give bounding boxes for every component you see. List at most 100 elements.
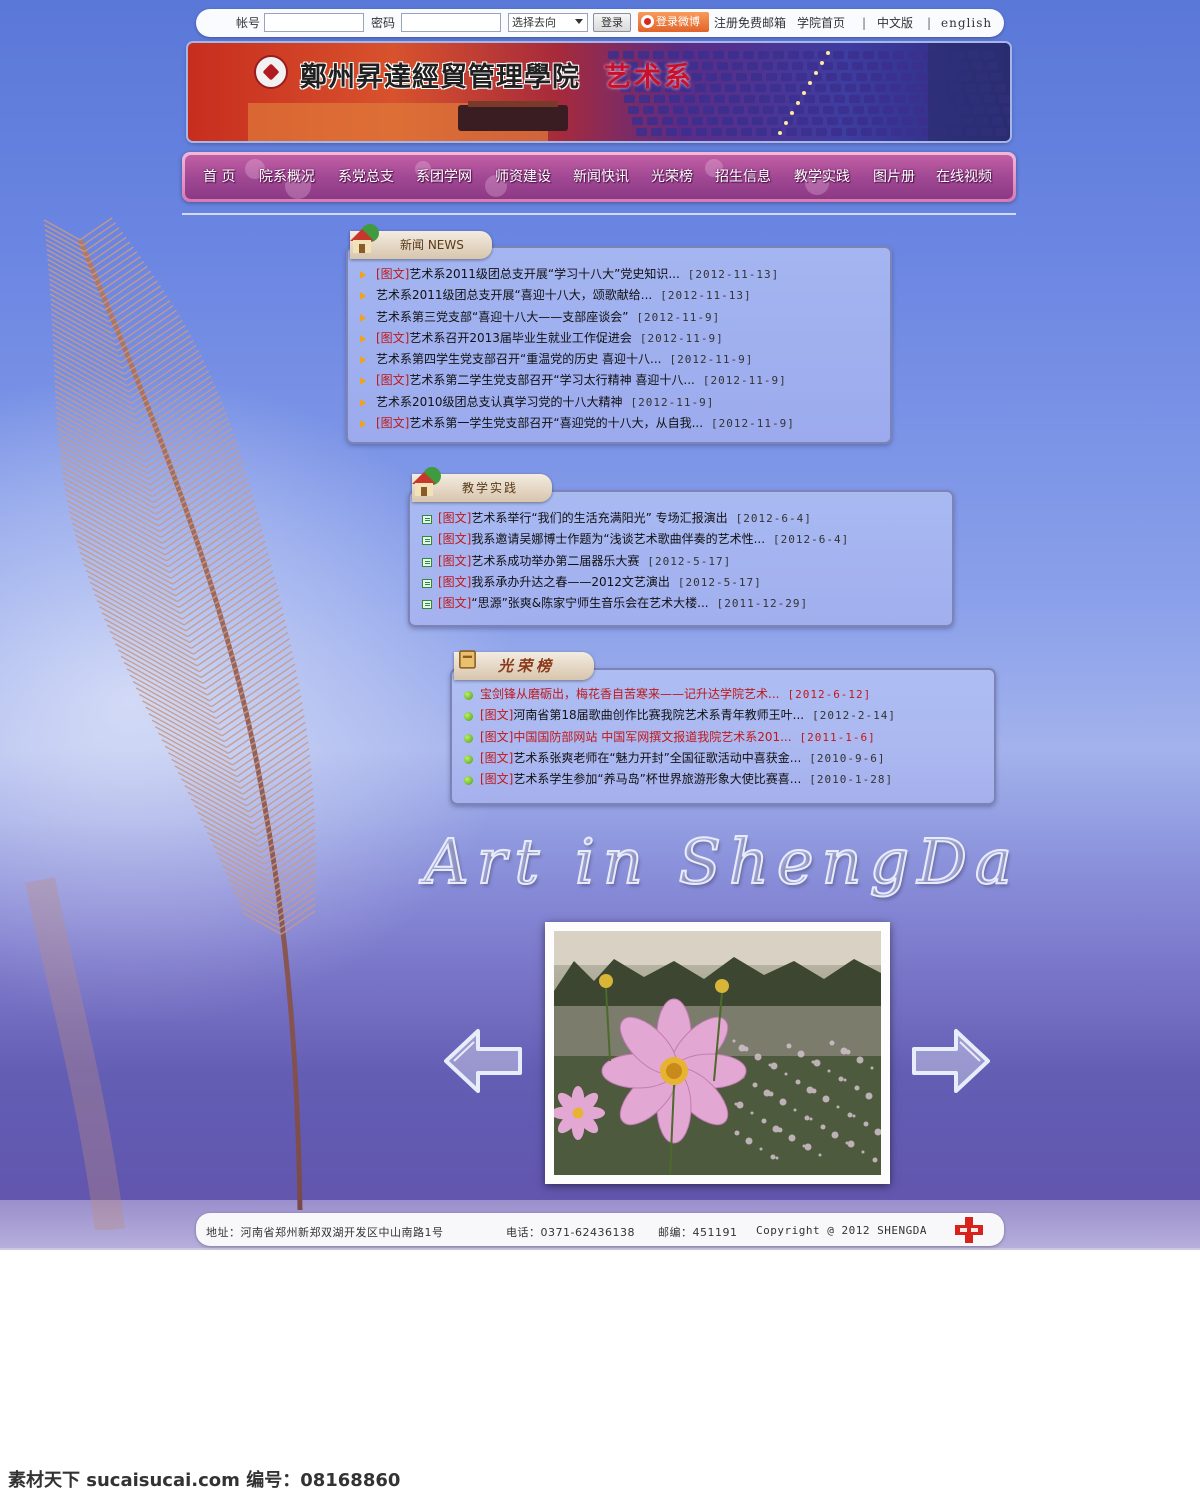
honor-item[interactable]: [图文]艺术系学生参加“养马岛”杯世界旅游形象大使比赛喜... [2010-1-2…	[462, 769, 896, 790]
tri-bullet-icon	[360, 377, 366, 386]
news-item-title[interactable]: 艺术系第二学生党支部召开“学习太行精神 喜迎十八...	[409, 373, 694, 387]
news-item-tag: [图文]	[376, 373, 410, 388]
honor-item-tag: [图文]	[480, 729, 514, 744]
main-nav: 首 页 院系概况 系党总支 系团学网 师资建设 新闻快讯 光荣榜 招生信息 教学…	[182, 152, 1016, 202]
footer-phone: 电话：0371-62436138	[506, 1226, 635, 1239]
honor-list: 宝剑锋从磨砺出，梅花香自苦寒来——记升达学院艺术... [2012-6-12] [图…	[462, 684, 896, 790]
account-input[interactable]	[264, 13, 364, 32]
nav-item-faculty[interactable]: 师资建设	[495, 166, 551, 186]
honor-item-tag: [图文]	[480, 750, 514, 765]
news-item-title[interactable]: 艺术系第一学生党支部召开“喜迎党的十八大，从自我...	[409, 416, 703, 430]
nav-item-gallery[interactable]: 图片册	[873, 166, 915, 186]
news-item-title[interactable]: 艺术系2010级团总支认真学习党的十八大精神	[376, 395, 623, 409]
nav-item-news[interactable]: 新闻快讯	[573, 166, 629, 186]
practice-item-title[interactable]: 我系承办升达之春——2012文艺演出	[471, 575, 670, 589]
nav-item-admissions[interactable]: 招生信息	[715, 166, 771, 186]
honor-item-date: [2012-2-14]	[812, 709, 896, 723]
practice-item-tag: [图文]	[438, 511, 472, 525]
department-name: 艺术系	[604, 62, 694, 93]
main-nav-inner: 首 页 院系概况 系党总支 系团学网 师资建设 新闻快讯 光荣榜 招生信息 教学…	[185, 155, 1013, 199]
news-item-date: [2012-11-9]	[702, 374, 787, 388]
nav-item-home[interactable]: 首 页	[203, 166, 235, 186]
shengda-logo-icon	[955, 1217, 983, 1243]
honor-item[interactable]: 宝剑锋从磨砺出，梅花香自苦寒来——记升达学院艺术... [2012-6-12]	[462, 684, 896, 705]
art-in-shengda-title: Art in ShengDa	[423, 824, 1020, 899]
practice-item[interactable]: [图文]“思源”张爽&陈家宁师生音乐会在艺术大楼... [2011-12-29]	[420, 593, 849, 614]
footer-copyright: Copyright @ 2012 SHENGDA	[756, 1224, 927, 1237]
link-separator: |	[927, 16, 932, 30]
tri-bullet-icon	[360, 356, 366, 365]
right-arrow-icon[interactable]	[910, 1025, 992, 1097]
nav-item-practice[interactable]: 教学实践	[794, 166, 850, 186]
nav-item-video[interactable]: 在线视频	[936, 166, 992, 186]
news-item-title[interactable]: 艺术系第四学生党支部召开“重温党的历史 喜迎十八...	[376, 352, 661, 366]
news-item[interactable]: [图文]艺术系召开2013届毕业生就业工作促进会 [2012-11-9]	[358, 328, 795, 349]
honor-item-date: [2011-1-6]	[799, 730, 876, 744]
goto-select-value: 选择去向	[512, 16, 556, 29]
practice-list: [图文]艺术系举行“我们的生活充满阳光” 专场汇报演出 [2012-6-4] [图文…	[420, 508, 849, 614]
link-separator: |	[862, 16, 867, 30]
honor-item-title[interactable]: 宝剑锋从磨砺出，梅花香自苦寒来——记升达学院艺术...	[480, 687, 779, 701]
nav-item-honor[interactable]: 光荣榜	[651, 166, 693, 186]
news-item[interactable]: 艺术系2011级团总支开展“喜迎十八大，颂歌献给... [2012-11-13]	[358, 285, 795, 306]
news-item[interactable]: [图文]艺术系2011级团总支开展“学习十八大”党史知识... [2012-11-…	[358, 264, 795, 285]
news-item[interactable]: [图文]艺术系第一学生党支部召开“喜迎党的十八大，从自我... [2012-11-…	[358, 413, 795, 434]
news-item-title[interactable]: 艺术系2011级团总支开展“学习十八大”党史知识...	[409, 267, 679, 281]
register-email-link[interactable]: 注册免费邮箱	[714, 16, 786, 30]
honor-item-title[interactable]: 河南省第18届歌曲创作比赛我院艺术系青年教师王叶...	[513, 708, 804, 722]
footer: 地址：河南省郑州新郑双湖开发区中山南路1号 电话：0371-62436138 邮…	[196, 1213, 1004, 1246]
practice-item-title[interactable]: “思源”张爽&陈家宁师生音乐会在艺术大楼...	[471, 596, 708, 610]
news-item[interactable]: 艺术系2010级团总支认真学习党的十八大精神 [2012-11-9]	[358, 392, 795, 413]
nav-divider	[182, 213, 1016, 215]
news-item-tag: [图文]	[376, 330, 410, 345]
practice-item[interactable]: [图文]我系承办升达之春——2012文艺演出 [2012-5-17]	[420, 572, 849, 593]
news-item[interactable]: 艺术系第三党支部“喜迎十八大——支部座谈会” [2012-11-9]	[358, 307, 795, 328]
practice-item-tag: [图文]	[438, 532, 472, 547]
college-home-link[interactable]: 学院首页	[797, 16, 845, 30]
weibo-login-button[interactable]: 登录微博	[638, 12, 709, 32]
practice-item-date: [2011-12-29]	[716, 597, 809, 611]
practice-item-title[interactable]: 艺术系成功举办第二届器乐大赛	[471, 554, 639, 568]
honor-item[interactable]: [图文]中国国防部网站 中国军网撰文报道我院艺术系201... [2011-1-6…	[462, 727, 896, 748]
news-item[interactable]: [图文]艺术系第二学生党支部召开“学习太行精神 喜迎十八... [2012-11-…	[358, 370, 795, 391]
honor-item-title[interactable]: 艺术系学生参加“养马岛”杯世界旅游形象大使比赛喜...	[513, 772, 801, 786]
password-input[interactable]	[401, 13, 501, 32]
honor-item[interactable]: [图文]艺术系张爽老师在“魅力开封”全国征歌活动中喜获金... [2010-9-6…	[462, 748, 896, 769]
flower-photo[interactable]	[554, 931, 881, 1175]
nav-item-league-net[interactable]: 系团学网	[416, 166, 472, 186]
honor-item-tag: [图文]	[480, 708, 514, 723]
goto-select[interactable]: 选择去向	[508, 13, 588, 32]
news-item-tag: [图文]	[376, 416, 410, 431]
practice-item[interactable]: [图文]艺术系成功举办第二届器乐大赛 [2012-5-17]	[420, 551, 849, 572]
header-banner: 鄭州昇達經貿管理學院 艺术系	[188, 43, 1010, 141]
footer-postcode: 邮编：451191	[658, 1226, 738, 1239]
news-item-date: [2012-11-9]	[669, 353, 754, 367]
practice-item[interactable]: [图文]我系邀请吴娜博士作题为“浅谈艺术歌曲伴奏的艺术性... [2012-6-4…	[420, 529, 849, 550]
practice-item-tag: [图文]	[438, 596, 472, 611]
dot-bullet-icon	[464, 691, 473, 700]
english-version-link[interactable]: english	[941, 16, 992, 30]
honor-item-tag: [图文]	[480, 772, 514, 787]
practice-item[interactable]: [图文]艺术系举行“我们的生活充满阳光” 专场汇报演出 [2012-6-4]	[420, 508, 849, 529]
password-label: 密码	[371, 16, 396, 30]
honor-item-title[interactable]: 中国国防部网站 中国军网撰文报道我院艺术系201...	[513, 730, 791, 744]
honor-item[interactable]: [图文]河南省第18届歌曲创作比赛我院艺术系青年教师王叶... [2012-2-1…	[462, 705, 896, 726]
login-button[interactable]: 登录	[593, 13, 631, 32]
news-item-title[interactable]: 艺术系第三党支部“喜迎十八大——支部座谈会”	[376, 310, 628, 324]
news-item[interactable]: 艺术系第四学生党支部召开“重温党的历史 喜迎十八... [2012-11-9]	[358, 349, 795, 370]
honor-item-date: [2012-6-12]	[787, 688, 872, 701]
news-item-title[interactable]: 艺术系召开2013届毕业生就业工作促进会	[409, 331, 632, 345]
news-list: [图文] 艺术系2011级团总支开展“学习十八大”党史知识... [2012-11-…	[358, 264, 795, 434]
practice-item-title[interactable]: 艺术系举行“我们的生活充满阳光” 专场汇报演出	[471, 511, 727, 525]
news-item-title[interactable]: 艺术系2011级团总支开展“喜迎十八大，颂歌献给...	[376, 288, 652, 302]
honor-item-title[interactable]: 艺术系张爽老师在“魅力开封”全国征歌活动中喜获金...	[513, 751, 801, 765]
practice-panel-tab: 教学实践	[412, 467, 552, 502]
left-arrow-icon[interactable]	[442, 1025, 524, 1097]
practice-item-title[interactable]: 我系邀请吴娜博士作题为“浅谈艺术歌曲伴奏的艺术性...	[471, 532, 765, 546]
chinese-version-link[interactable]: 中文版	[877, 16, 913, 30]
nav-item-overview[interactable]: 院系概况	[259, 166, 315, 186]
doc-bullet-icon	[422, 578, 432, 588]
weibo-icon	[641, 15, 654, 28]
nav-item-party-branch[interactable]: 系党总支	[338, 166, 394, 186]
news-item-date: [2012-11-13]	[687, 268, 780, 281]
